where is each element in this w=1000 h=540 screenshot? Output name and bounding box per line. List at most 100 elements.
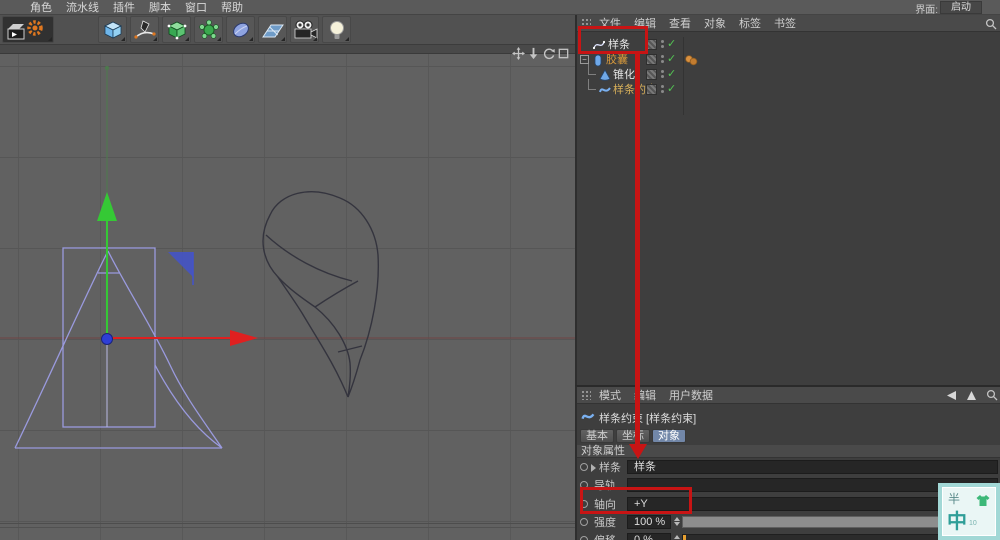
search-icon[interactable] bbox=[986, 389, 998, 401]
tree-item-capsule[interactable]: − 胶囊 ✓ bbox=[577, 53, 1000, 67]
keyframe-circle-icon[interactable] bbox=[580, 536, 588, 540]
layer-swatch[interactable] bbox=[646, 54, 657, 65]
visibility-toggles[interactable] bbox=[661, 69, 665, 80]
annotation-rect-axis-field bbox=[580, 487, 692, 514]
layer-swatch[interactable] bbox=[646, 84, 657, 95]
strength-value-field[interactable]: 100 % bbox=[627, 515, 671, 529]
floor-object-icon bbox=[261, 24, 284, 37]
rotate-icon[interactable] bbox=[542, 47, 555, 60]
om-menu-tags[interactable]: 标签 bbox=[739, 15, 761, 31]
om-menu-bookmarks[interactable]: 书签 bbox=[774, 15, 796, 31]
light-object-icon bbox=[329, 20, 344, 39]
bend-deformer-button[interactable] bbox=[226, 16, 255, 43]
camera-object-button[interactable] bbox=[290, 16, 319, 43]
keyframe-circle-icon[interactable] bbox=[580, 463, 588, 471]
enable-check-icon[interactable]: ✓ bbox=[667, 38, 676, 51]
menu-pipeline[interactable]: 流水线 bbox=[66, 0, 99, 15]
slider-thumb[interactable] bbox=[683, 535, 686, 540]
capsule-wireframe bbox=[14, 247, 223, 449]
collapse-expander[interactable]: − bbox=[580, 55, 589, 64]
menu-script[interactable]: 脚本 bbox=[149, 0, 171, 15]
history-up-icon[interactable] bbox=[966, 390, 977, 401]
phong-tag-icon[interactable] bbox=[684, 54, 698, 69]
grid-major-line bbox=[0, 523, 575, 524]
main-toolbar bbox=[0, 15, 575, 45]
enable-check-icon[interactable]: ✓ bbox=[667, 68, 676, 81]
main-menubar: 角色 流水线 插件 脚本 窗口 帮助 界面: 启动 bbox=[0, 0, 1000, 16]
spline-pen-button[interactable] bbox=[130, 16, 159, 43]
tshirt-icon bbox=[976, 495, 990, 506]
annotation-rect-spline-object bbox=[578, 26, 648, 54]
viewport[interactable] bbox=[0, 45, 575, 540]
floor-object-button[interactable] bbox=[258, 16, 287, 43]
tree-item-taper[interactable]: 锥化 ✓ bbox=[577, 64, 1000, 82]
cube-primitive-button[interactable] bbox=[98, 16, 127, 43]
attribute-tabs: 基本 坐标 对象 bbox=[580, 429, 686, 443]
om-menu-objects[interactable]: 对象 bbox=[704, 15, 726, 31]
world-y-axis-end bbox=[105, 66, 109, 70]
search-icon[interactable] bbox=[985, 18, 997, 30]
subdivision-surface-button[interactable] bbox=[162, 16, 191, 43]
offset-value-field[interactable]: 0 % bbox=[627, 533, 671, 540]
attribute-manager-menubar: 模式 编辑 用户数据 bbox=[577, 387, 1000, 404]
visibility-toggles[interactable] bbox=[661, 84, 665, 95]
spline-link-field[interactable]: 样条 bbox=[627, 460, 998, 474]
bend-deformer-icon bbox=[232, 22, 249, 37]
value-stepper[interactable] bbox=[673, 534, 681, 540]
expand-triangle-icon[interactable] bbox=[591, 464, 596, 472]
visibility-toggles[interactable] bbox=[661, 39, 665, 50]
history-back-icon[interactable] bbox=[945, 390, 957, 401]
visibility-toggles[interactable] bbox=[661, 54, 665, 65]
property-row-strength: 强度 100 % bbox=[577, 515, 1000, 531]
cube-primitive-icon bbox=[103, 21, 122, 39]
tab-basic[interactable]: 基本 bbox=[580, 429, 614, 443]
property-row-spline: 样条 样条 bbox=[577, 460, 1000, 476]
subdivision-surface-icon bbox=[167, 21, 186, 39]
property-label: 强度 bbox=[594, 517, 616, 529]
layer-swatch[interactable] bbox=[646, 69, 657, 80]
interface-label: 界面: bbox=[915, 5, 938, 16]
tree-branch bbox=[588, 79, 596, 90]
tree-branch bbox=[588, 64, 596, 75]
spline-wrap-icon bbox=[599, 84, 611, 99]
strength-slider[interactable] bbox=[682, 516, 948, 528]
interface-dropdown[interactable]: 启动 bbox=[940, 1, 982, 14]
axis-gizmo[interactable] bbox=[97, 192, 258, 346]
tab-object[interactable]: 对象 bbox=[652, 429, 686, 443]
value-stepper[interactable] bbox=[673, 516, 681, 528]
watermark-sub: 10 bbox=[969, 520, 977, 527]
annotation-arrow-head bbox=[629, 444, 647, 459]
panel-grip-icon[interactable] bbox=[581, 390, 591, 400]
viewport-titlebar bbox=[0, 45, 575, 54]
z-axis-handle[interactable] bbox=[168, 252, 193, 277]
spline-pen-icon bbox=[133, 19, 156, 39]
maximize-view-icon[interactable] bbox=[557, 47, 570, 60]
watermark: 半 中 10 bbox=[938, 483, 1000, 540]
tree-item-label: 锥化 bbox=[613, 69, 635, 81]
menu-character[interactable]: 角色 bbox=[30, 0, 52, 15]
dolly-icon[interactable] bbox=[527, 47, 540, 60]
light-object-button[interactable] bbox=[322, 16, 351, 43]
array-generator-icon bbox=[198, 19, 219, 39]
viewport-nav-icons bbox=[512, 47, 570, 60]
render-settings-button[interactable] bbox=[2, 16, 54, 43]
enable-check-icon[interactable]: ✓ bbox=[667, 53, 676, 66]
menu-window[interactable]: 窗口 bbox=[185, 0, 207, 15]
spline-wrap-icon bbox=[581, 410, 595, 426]
menu-help[interactable]: 帮助 bbox=[221, 0, 243, 15]
array-generator-button[interactable] bbox=[194, 16, 223, 43]
offset-slider[interactable] bbox=[682, 534, 948, 540]
am-menu-userdata[interactable]: 用户数据 bbox=[669, 387, 713, 403]
tree-item-spline-wrap[interactable]: 样条约束 ✓ bbox=[577, 79, 1000, 99]
property-label: 样条 bbox=[599, 462, 621, 474]
tab-coordinates[interactable]: 坐标 bbox=[616, 429, 650, 443]
pan-icon[interactable] bbox=[512, 47, 525, 60]
am-menu-mode[interactable]: 模式 bbox=[599, 387, 621, 403]
spline-object-wireframe bbox=[262, 191, 380, 398]
enable-check-icon[interactable]: ✓ bbox=[667, 83, 676, 96]
om-menu-view[interactable]: 查看 bbox=[669, 15, 691, 31]
keyframe-circle-icon[interactable] bbox=[580, 518, 588, 526]
origin-point[interactable] bbox=[101, 333, 113, 345]
menu-plugins[interactable]: 插件 bbox=[113, 0, 135, 15]
tree-item-label: 胶囊 bbox=[606, 54, 628, 66]
